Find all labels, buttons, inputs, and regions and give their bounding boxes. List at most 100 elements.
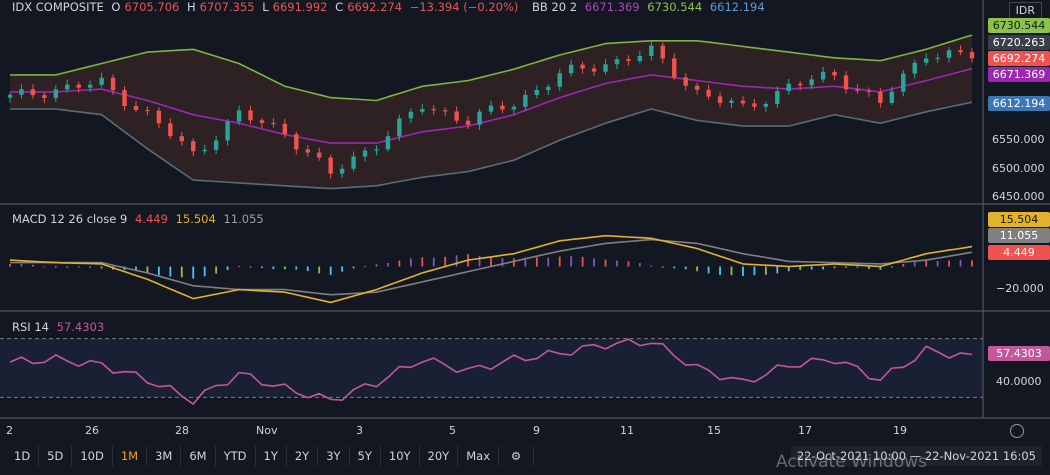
x-tick: 28 xyxy=(175,424,189,437)
candle-body xyxy=(259,120,265,123)
macd-histogram-bar xyxy=(364,266,366,268)
candle-body xyxy=(191,141,196,152)
macd-histogram-bar xyxy=(684,266,687,270)
candle-body xyxy=(42,95,47,99)
x-tick: 15 xyxy=(707,424,721,437)
candle-body xyxy=(637,56,643,61)
macd-histogram-bar xyxy=(822,266,825,270)
macd-histogram-bar xyxy=(43,266,46,268)
macd-histogram-bar xyxy=(661,266,664,268)
range-button-10d[interactable]: 10D xyxy=(72,446,113,466)
x-tick: Nov xyxy=(256,424,278,437)
range-button-2y[interactable]: 2Y xyxy=(287,446,319,466)
candle-body xyxy=(798,83,803,86)
candle-body xyxy=(523,94,528,107)
macd-histogram-bar xyxy=(776,266,779,274)
macd-histogram-bar xyxy=(719,266,721,275)
settings-icon[interactable] xyxy=(1010,424,1024,438)
macd-histogram-bar xyxy=(890,266,893,268)
range-button-3y[interactable]: 3Y xyxy=(318,446,350,466)
candle-body xyxy=(557,73,562,87)
candle-body xyxy=(763,103,769,107)
candle-body xyxy=(202,149,207,152)
candle-body xyxy=(672,58,677,78)
candle-body xyxy=(534,89,540,95)
tag-rsi: 57.4303 xyxy=(988,346,1050,361)
x-tick: 19 xyxy=(893,424,907,437)
candle-body xyxy=(488,105,494,112)
macd-histogram-bar xyxy=(581,256,584,267)
chart-canvas[interactable] xyxy=(0,0,1050,470)
candle-body xyxy=(946,50,952,58)
macd-histogram-bar xyxy=(66,266,69,268)
candle-body xyxy=(87,84,93,88)
change-value: −13.394 (−0.20%) xyxy=(409,0,519,14)
candle-body xyxy=(855,89,860,91)
candle-body xyxy=(694,85,700,90)
macd-histogram-bar xyxy=(146,266,149,273)
candle-body xyxy=(294,134,299,150)
range-button-1m[interactable]: 1M xyxy=(113,446,148,466)
candle-body xyxy=(901,73,906,92)
range-button-1y[interactable]: 1Y xyxy=(256,446,287,466)
candle-body xyxy=(923,58,929,63)
candle-body xyxy=(786,83,791,91)
candle-body xyxy=(248,110,253,121)
candle-body xyxy=(7,94,13,98)
price-tick-2: 6500.000 xyxy=(992,162,1045,175)
candle-body xyxy=(65,84,70,90)
range-button-20y[interactable]: 20Y xyxy=(420,446,459,466)
candle-body xyxy=(179,136,184,142)
macd-histogram-bar xyxy=(169,266,172,277)
macd-histogram-bar xyxy=(295,266,298,270)
macd-histogram-bar xyxy=(341,266,344,272)
candle-body xyxy=(454,111,459,121)
symbol-name: IDX COMPOSITE xyxy=(12,0,104,14)
range-button-10y[interactable]: 10Y xyxy=(381,446,420,466)
candle-body xyxy=(958,50,963,53)
macd-histogram-bar xyxy=(925,260,928,267)
range-button-3m[interactable]: 3M xyxy=(147,446,182,466)
macd-histogram-bar xyxy=(730,266,733,276)
tag-hist: 4.449 xyxy=(988,245,1050,260)
candle-body xyxy=(511,106,517,110)
tag-macd: 15.504 xyxy=(988,212,1050,227)
activate-windows-watermark: Activate Windows xyxy=(776,452,927,472)
candle-body xyxy=(660,45,665,59)
macd-histogram-bar xyxy=(902,263,905,267)
candle-body xyxy=(580,64,585,69)
macd-histogram-bar xyxy=(238,265,240,267)
candle-body xyxy=(878,91,883,103)
range-button-1d[interactable]: 1D xyxy=(6,446,40,466)
range-settings-gear-icon[interactable]: ⚙ xyxy=(499,446,534,466)
range-button-max[interactable]: Max xyxy=(458,446,499,466)
candle-body xyxy=(649,45,654,57)
x-tick: 17 xyxy=(798,424,812,437)
range-button-6m[interactable]: 6M xyxy=(181,446,216,466)
candle-body xyxy=(236,110,242,122)
range-button-5d[interactable]: 5D xyxy=(39,446,73,466)
range-button-5y[interactable]: 5Y xyxy=(350,446,381,466)
candle-body xyxy=(317,152,322,158)
price-tick-1: 6550.000 xyxy=(992,133,1045,146)
candle-body xyxy=(19,89,24,95)
x-tick: 26 xyxy=(85,424,99,437)
candle-body xyxy=(271,122,276,124)
x-tick: 9 xyxy=(533,424,540,437)
range-button-ytd[interactable]: YTD xyxy=(216,446,256,466)
candle-body xyxy=(820,71,826,80)
candle-body xyxy=(145,110,150,112)
candle-body xyxy=(213,140,219,150)
currency-label[interactable]: IDR xyxy=(1008,2,1042,19)
macd-legend: MACD 12 26 close 9 4.449 15.504 11.055 xyxy=(12,212,268,226)
macd-histogram-bar xyxy=(764,266,767,275)
candle-body xyxy=(843,75,849,90)
tag-bb-upper: 6730.544 xyxy=(988,18,1050,33)
candle-body xyxy=(99,77,104,85)
candle-body xyxy=(362,150,368,157)
macd-histogram-bar xyxy=(558,256,561,267)
candle-body xyxy=(683,77,688,86)
macd-histogram-bar xyxy=(387,263,389,267)
tag-bb-lower: 6612.194 xyxy=(988,96,1050,111)
macd-histogram-bar xyxy=(20,263,23,267)
